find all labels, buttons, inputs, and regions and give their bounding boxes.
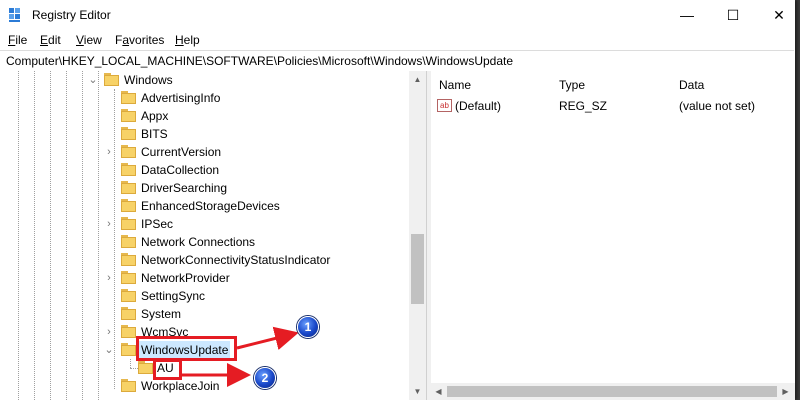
step-badge-2: 2: [254, 367, 276, 389]
registry-editor-window: Registry Editor — ☐ ✕ File Edit View Fav…: [0, 0, 795, 400]
step-badge-1: 1: [297, 316, 319, 338]
arrow-1: [236, 326, 299, 351]
annotation-arrows: [182, 326, 299, 387]
